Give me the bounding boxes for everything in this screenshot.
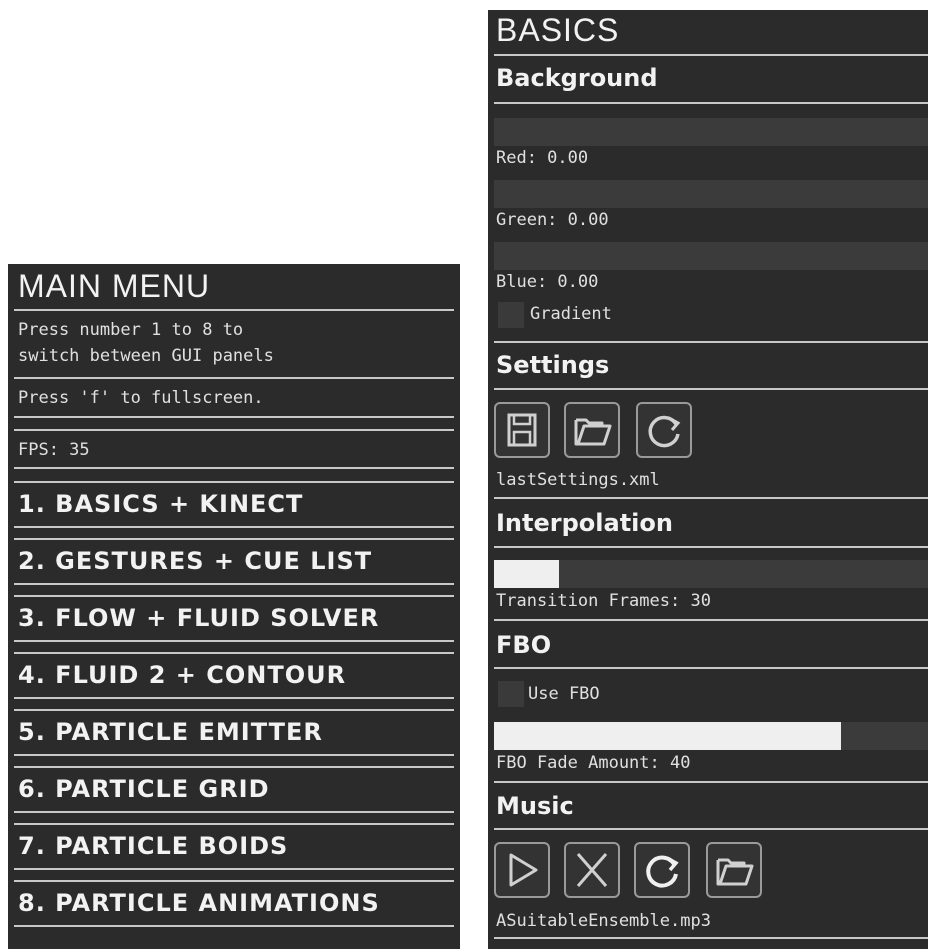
basics-panel: BASICS Background Red: 0.00 Green: 0.00 … (488, 10, 928, 949)
gradient-label: Gradient (530, 304, 612, 324)
divider (14, 526, 454, 528)
divider (494, 388, 928, 390)
save-icon (507, 413, 537, 447)
fps-readout: FPS: 35 (18, 440, 90, 460)
menu-item-particle-boids[interactable]: 7. PARTICLE BOIDS (18, 832, 288, 860)
fbo-fade-label: FBO Fade Amount: 40 (496, 753, 691, 773)
basics-title: BASICS (496, 12, 620, 48)
red-slider[interactable] (494, 118, 928, 146)
divider (14, 416, 454, 418)
divider (494, 781, 928, 783)
save-settings-button[interactable] (494, 402, 550, 458)
interpolation-header: Interpolation (496, 509, 673, 537)
divider (14, 377, 454, 379)
stop-icon (576, 853, 608, 887)
help-text-line2: switch between GUI panels (18, 346, 274, 366)
play-icon (509, 853, 538, 887)
divider (494, 546, 928, 548)
divider (14, 652, 454, 654)
transition-frames-slider[interactable] (494, 560, 928, 588)
divider (494, 54, 928, 56)
menu-item-basics-kinect[interactable]: 1. BASICS + KINECT (18, 490, 303, 518)
divider (14, 481, 454, 483)
green-slider[interactable] (494, 180, 928, 208)
reload-icon (648, 415, 681, 448)
music-filename: ASuitableEnsemble.mp3 (496, 911, 711, 931)
blue-slider[interactable] (494, 242, 928, 270)
reload-music-button[interactable] (634, 842, 690, 898)
fbo-fade-fill (494, 722, 842, 750)
fbo-header: FBO (496, 631, 552, 659)
divider (14, 925, 454, 927)
use-fbo-toggle[interactable] (498, 681, 524, 707)
divider (494, 937, 928, 939)
transition-frames-fill (494, 560, 560, 588)
divider (14, 538, 454, 540)
menu-item-flow-fluid-solver[interactable]: 3. FLOW + FLUID SOLVER (18, 604, 379, 632)
divider (14, 811, 454, 813)
divider (14, 583, 454, 585)
menu-item-particle-emitter[interactable]: 5. PARTICLE EMITTER (18, 718, 323, 746)
divider (14, 823, 454, 825)
menu-item-fluid2-contour[interactable]: 4. FLUID 2 + CONTOUR (18, 661, 346, 689)
divider (494, 667, 928, 669)
reload-icon (646, 855, 679, 888)
menu-item-particle-animations[interactable]: 8. PARTICLE ANIMATIONS (18, 889, 380, 917)
divider (14, 697, 454, 699)
divider (494, 828, 928, 830)
divider (14, 467, 454, 469)
menu-item-gestures-cue-list[interactable]: 2. GESTURES + CUE LIST (18, 547, 372, 575)
green-label: Green: 0.00 (496, 210, 609, 230)
background-header: Background (496, 64, 658, 92)
folder-open-icon (574, 418, 612, 446)
main-menu-title: MAIN MENU (18, 268, 211, 304)
divider (14, 640, 454, 642)
settings-header: Settings (496, 351, 610, 379)
divider (14, 766, 454, 768)
divider (14, 754, 454, 756)
divider (494, 341, 928, 343)
folder-open-icon (716, 858, 754, 886)
divider (14, 709, 454, 711)
divider (494, 497, 928, 499)
load-music-button[interactable] (706, 842, 762, 898)
load-settings-button[interactable] (564, 402, 620, 458)
divider (494, 619, 928, 621)
stop-music-button[interactable] (564, 842, 620, 898)
main-menu-panel: MAIN MENU Press number 1 to 8 to switch … (8, 264, 460, 949)
divider (14, 309, 454, 311)
blue-label: Blue: 0.00 (496, 272, 599, 292)
red-label: Red: 0.00 (496, 148, 589, 168)
divider (494, 102, 928, 104)
play-music-button[interactable] (494, 842, 550, 898)
divider (14, 429, 454, 431)
transition-frames-label: Transition Frames: 30 (496, 591, 711, 611)
divider (14, 595, 454, 597)
settings-filename: lastSettings.xml (496, 470, 660, 490)
divider (14, 868, 454, 870)
music-header: Music (496, 792, 574, 820)
help-text-line1: Press number 1 to 8 to (18, 320, 244, 340)
fbo-fade-slider[interactable] (494, 722, 928, 750)
gradient-toggle[interactable] (498, 302, 524, 328)
use-fbo-label: Use FBO (528, 684, 600, 704)
reload-settings-button[interactable] (636, 402, 692, 458)
divider (14, 880, 454, 882)
menu-item-particle-grid[interactable]: 6. PARTICLE GRID (18, 775, 270, 803)
fullscreen-hint: Press 'f' to fullscreen. (18, 388, 264, 408)
